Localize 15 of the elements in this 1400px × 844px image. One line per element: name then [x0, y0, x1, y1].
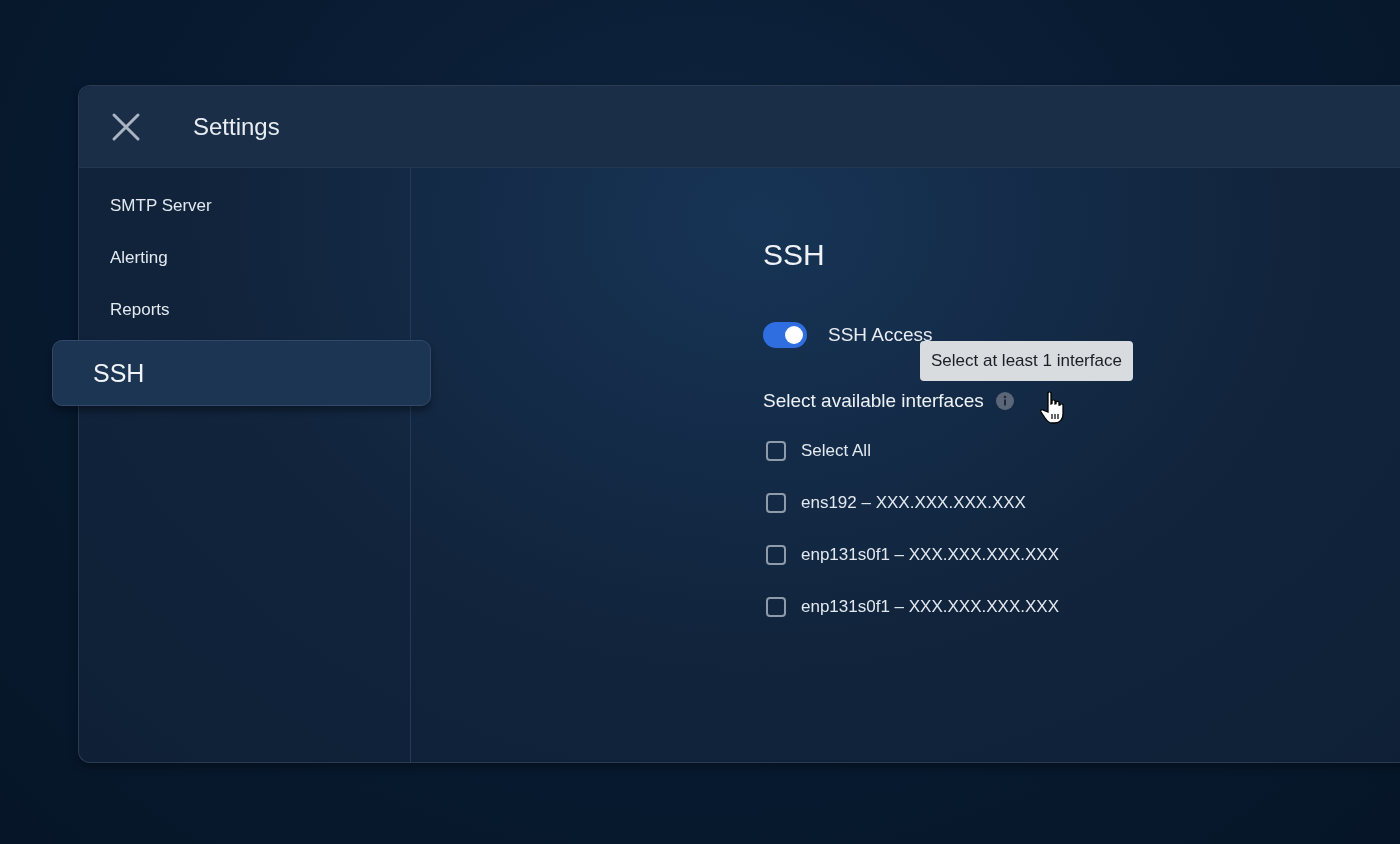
interface-checkbox[interactable]: Select All — [763, 425, 1400, 477]
interface-checkbox[interactable]: enp131s0f1 – XXX.XXX.XXX.XXX — [763, 529, 1400, 581]
toggle-switch[interactable] — [763, 322, 807, 348]
interface-checkbox[interactable]: ens192 – XXX.XXX.XXX.XXX — [763, 477, 1400, 529]
section-title: SSH — [763, 238, 826, 272]
sidebar-item[interactable]: Alerting — [79, 232, 410, 284]
interface-checkbox[interactable]: enp131s0f1 – XXX.XXX.XXX.XXX — [763, 581, 1400, 633]
close-icon[interactable] — [111, 111, 141, 142]
sidebar-item[interactable]: SSH — [52, 340, 431, 406]
sidebar-item[interactable]: SMTP Server — [79, 180, 410, 232]
info-icon[interactable] — [995, 392, 1014, 410]
window-title: Settings — [193, 112, 280, 141]
sidebar-item[interactable]: Reports — [79, 284, 410, 336]
tooltip: Select at least 1 interface — [920, 341, 1133, 381]
interfaces-heading: Select available interfaces — [763, 390, 984, 412]
